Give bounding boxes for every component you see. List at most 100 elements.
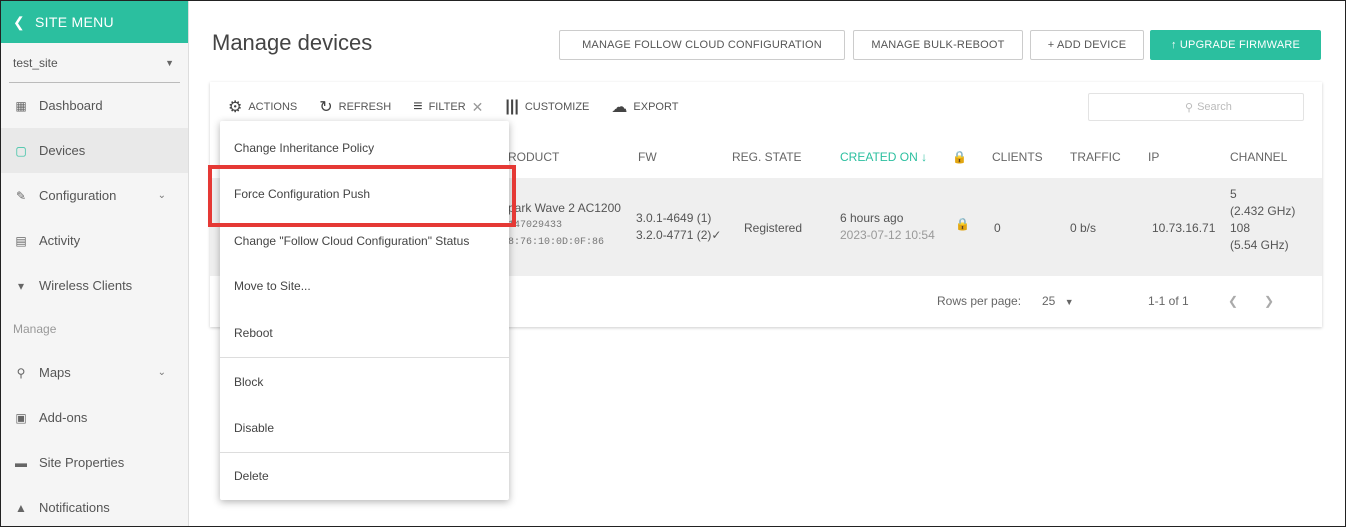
channel-1: 5	[1230, 187, 1237, 201]
column-header-created-on[interactable]: CREATED ON ↓	[840, 150, 927, 164]
sidebar-item-label: Wireless Clients	[39, 278, 133, 293]
sidebar-item-label: Activity	[39, 233, 81, 248]
column-header-product[interactable]: RODUCT	[508, 150, 559, 164]
menu-item-disable[interactable]: Disable	[220, 405, 509, 451]
upgrade-firmware-button[interactable]: ↑ UPGRADE FIRMWARE	[1150, 30, 1321, 60]
bell-icon: ▲	[15, 500, 27, 515]
wifi-icon: ▾	[17, 278, 25, 293]
rows-per-page-value: 25	[1042, 294, 1056, 308]
sidebar-item-addons[interactable]: ▣ Add-ons	[1, 395, 188, 440]
sidebar-item-label: Notifications	[39, 500, 110, 515]
lock-icon: 🔒	[955, 217, 970, 231]
product-name: park Wave 2 AC1200	[508, 201, 621, 215]
caret-down-icon: ▼	[165, 57, 174, 68]
column-header-channel[interactable]: CHANNEL	[1230, 150, 1287, 164]
sidebar-item-configuration[interactable]: ✎ Configuration ⌄	[1, 173, 188, 218]
chevron-down-icon: ⌄	[157, 190, 166, 201]
prev-page-icon[interactable]: ❮	[1228, 294, 1238, 308]
created-timestamp: 2023-07-12 10:54	[840, 228, 935, 242]
sidebar-section-manage: Manage	[13, 322, 57, 336]
channel-2: 108	[1230, 221, 1251, 235]
product-serial: 147029433	[508, 220, 563, 231]
column-header-fw[interactable]: FW	[638, 150, 657, 164]
add-device-button[interactable]: + ADD DEVICE	[1030, 30, 1144, 60]
sidebar-item-label: Site Properties	[39, 455, 125, 470]
export-button[interactable]: ☁ EXPORT	[611, 97, 678, 117]
channel-1-freq: (2.432 GHz)	[1230, 204, 1296, 218]
menu-divider	[220, 357, 509, 358]
pagination-range: 1-1 of 1	[1148, 294, 1189, 308]
refresh-button[interactable]: ↻ REFRESH	[319, 97, 391, 117]
map-pin-icon: ⚲	[16, 365, 26, 380]
wrench-icon: ✎	[15, 188, 27, 203]
menu-item-block[interactable]: Block	[220, 359, 509, 405]
refresh-icon: ↻	[319, 99, 333, 116]
sidebar-item-label: Maps	[39, 365, 71, 380]
export-label: EXPORT	[633, 101, 679, 113]
refresh-label: REFRESH	[338, 101, 392, 113]
chevron-down-icon: ⌄	[157, 367, 166, 378]
column-header-reg-state[interactable]: REG. STATE	[732, 150, 802, 164]
cell-clients: 0	[994, 221, 1001, 235]
menu-item-delete[interactable]: Delete	[220, 453, 509, 499]
sidebar-item-label: Configuration	[39, 188, 117, 203]
menu-item-move-to-site[interactable]: Move to Site...	[220, 263, 509, 309]
sidebar-item-devices[interactable]: ▢ Devices	[1, 128, 188, 173]
sidebar-item-wireless-clients[interactable]: ▾ Wireless Clients	[1, 263, 188, 308]
addons-icon: ▣	[15, 410, 27, 425]
cell-reg-state: Registered	[744, 221, 803, 235]
actions-button[interactable]: ⚙ ACTIONS	[228, 97, 297, 117]
activity-icon: ▤	[15, 233, 27, 248]
next-page-icon[interactable]: ❯	[1264, 294, 1274, 308]
cell-traffic: 0 b/s	[1070, 221, 1097, 235]
sidebar: ❮ SITE MENU test_site ▼ ▦ Dashboard ▢ De…	[1, 1, 189, 526]
search-icon: ⚲	[1185, 101, 1194, 114]
sidebar-item-label: Dashboard	[39, 98, 103, 113]
fw-version-1: 3.0.1-4649 (1)	[636, 211, 712, 225]
fw-version-2: 3.2.0-4771 (2)✓	[636, 228, 722, 242]
cloud-upload-icon: ☁	[611, 99, 628, 116]
columns-icon: |||	[505, 98, 519, 115]
devices-icon: ▢	[15, 143, 27, 158]
cell-created-on: 6 hours ago 2023-07-12 10:54	[840, 210, 935, 244]
filter-button[interactable]: ≡ FILTER ✕	[413, 98, 483, 116]
cell-channel: 5 (2.432 GHz) 108 (5.54 GHz)	[1230, 186, 1295, 254]
column-header-ip[interactable]: IP	[1148, 150, 1159, 164]
caret-down-icon: ▼	[1064, 297, 1074, 307]
page-title: Manage devices	[212, 30, 373, 55]
close-icon[interactable]: ✕	[472, 99, 484, 116]
site-selector[interactable]: test_site ▼	[9, 43, 180, 83]
actions-label: ACTIONS	[248, 101, 298, 113]
column-header-clients[interactable]: CLIENTS	[992, 150, 1043, 164]
search-placeholder: Search	[1197, 101, 1232, 113]
highlight-box	[208, 165, 516, 227]
rows-per-page-select[interactable]: 25 ▼	[1042, 294, 1074, 308]
sidebar-item-activity[interactable]: ▤ Activity	[1, 218, 188, 263]
gear-icon: ⚙	[228, 99, 243, 116]
manage-follow-cloud-button[interactable]: MANAGE FOLLOW CLOUD CONFIGURATION	[559, 30, 845, 60]
site-menu-header[interactable]: ❮ SITE MENU	[1, 1, 188, 43]
sidebar-item-site-properties[interactable]: ▬ Site Properties	[1, 440, 188, 485]
search-input[interactable]: ⚲ Search	[1088, 93, 1304, 121]
product-mac: 8:76:10:0D:0F:86	[508, 237, 605, 248]
rows-per-page-label: Rows per page:	[937, 294, 1022, 308]
cell-fw: 3.0.1-4649 (1) 3.2.0-4771 (2)✓	[636, 210, 721, 244]
sidebar-item-maps[interactable]: ⚲ Maps ⌄	[1, 350, 188, 395]
sidebar-item-dashboard[interactable]: ▦ Dashboard	[1, 83, 188, 128]
column-header-traffic[interactable]: TRAFFIC	[1070, 150, 1121, 164]
menu-item-reboot[interactable]: Reboot	[220, 310, 509, 356]
cell-ip: 10.73.16.71	[1152, 221, 1216, 235]
sidebar-item-notifications[interactable]: ▲ Notifications	[1, 485, 188, 527]
filter-icon: ≡	[413, 98, 423, 115]
chevron-left-icon: ❮	[13, 13, 26, 30]
properties-icon: ▬	[15, 455, 27, 470]
manage-bulk-reboot-button[interactable]: MANAGE BULK-REBOOT	[853, 30, 1023, 60]
filter-label: FILTER	[428, 101, 466, 113]
site-selector-value: test_site	[13, 55, 58, 70]
cell-product: park Wave 2 AC1200 147029433 8:76:10:0D:…	[508, 200, 621, 251]
customize-button[interactable]: ||| CUSTOMIZE	[505, 98, 589, 116]
created-relative: 6 hours ago	[840, 211, 904, 225]
sidebar-item-label: Devices	[39, 143, 86, 158]
lock-icon: 🔒	[952, 150, 967, 164]
customize-label: CUSTOMIZE	[524, 101, 590, 113]
